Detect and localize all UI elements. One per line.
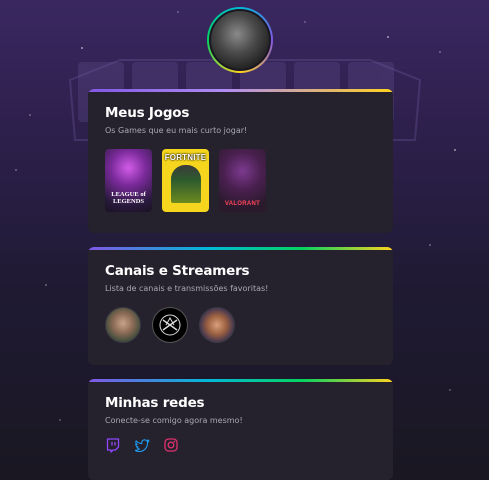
games-card: Meus Jogos Os Games que eu mais curto jo… bbox=[88, 89, 393, 233]
twitter-icon bbox=[134, 438, 150, 452]
streamers-card-subtitle: Lista de canais e transmissões favoritas… bbox=[105, 284, 269, 293]
twitter-link[interactable] bbox=[134, 437, 150, 453]
games-card-title: Meus Jogos bbox=[105, 105, 190, 121]
social-links bbox=[105, 437, 376, 453]
streamer-avatar-3[interactable] bbox=[199, 307, 235, 343]
games-list: LEAGUE of LEGENDS FORTNITE VALORANT bbox=[105, 149, 376, 212]
league-of-legends-logo-icon: LEAGUE of LEGENDS bbox=[111, 191, 146, 206]
valorant-logo-icon: VALORANT bbox=[224, 201, 261, 207]
profile-avatar[interactable] bbox=[207, 7, 273, 73]
social-card-subtitle: Conecte-se comigo agora mesmo! bbox=[105, 416, 243, 425]
fortnite-logo-icon: FORTNITE bbox=[164, 153, 207, 162]
game-fortnite[interactable]: FORTNITE bbox=[162, 149, 209, 212]
streamers-list bbox=[105, 307, 376, 343]
channel-logo-icon bbox=[159, 314, 181, 336]
games-card-subtitle: Os Games que eu mais curto jogar! bbox=[105, 126, 248, 135]
profile-photo-icon bbox=[209, 9, 271, 71]
streamer-avatar-2[interactable] bbox=[152, 307, 188, 343]
social-card-title: Minhas redes bbox=[105, 395, 205, 411]
social-card: Minhas redes Conecte-se comigo agora mes… bbox=[88, 379, 393, 480]
streamers-card: Canais e Streamers Lista de canais e tra… bbox=[88, 247, 393, 365]
fortnite-character-icon bbox=[170, 165, 201, 203]
instagram-link[interactable] bbox=[163, 437, 179, 453]
twitch-icon bbox=[106, 437, 120, 453]
twitch-link[interactable] bbox=[105, 437, 121, 453]
instagram-icon bbox=[164, 438, 178, 452]
streamers-card-title: Canais e Streamers bbox=[105, 263, 250, 279]
streamer-avatar-1[interactable] bbox=[105, 307, 141, 343]
game-valorant[interactable]: VALORANT bbox=[219, 149, 266, 212]
game-league-of-legends[interactable]: LEAGUE of LEGENDS bbox=[105, 149, 152, 212]
